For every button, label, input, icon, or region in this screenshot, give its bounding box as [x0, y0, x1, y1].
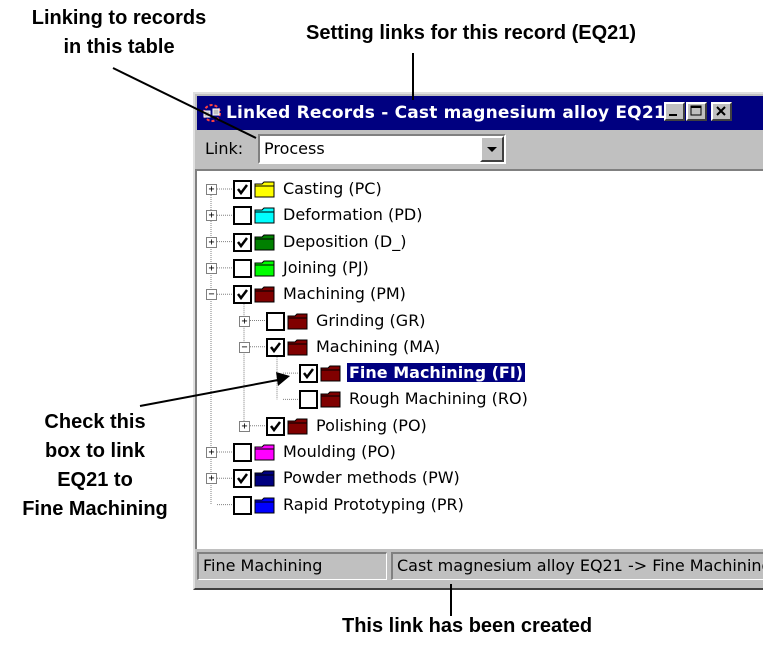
leader-line-table: [112, 67, 257, 139]
leader-arrow-checkbox: [276, 372, 290, 386]
callout-lines: [112, 53, 452, 616]
leader-line-checkbox: [139, 379, 279, 407]
